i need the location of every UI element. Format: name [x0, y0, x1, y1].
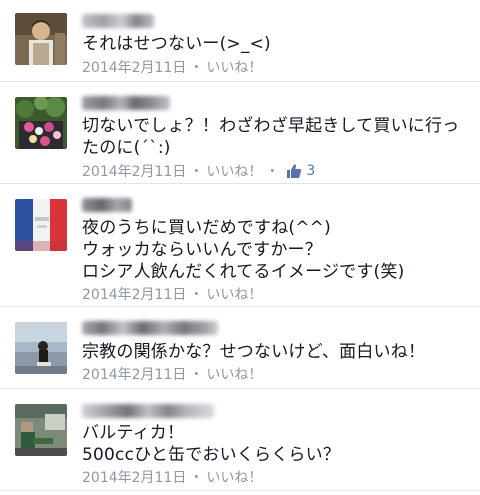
separator: ・ — [189, 164, 204, 180]
commenter-name-redacted[interactable] — [82, 198, 132, 212]
comment-date[interactable]: 2014年2月11日 — [82, 364, 186, 384]
comment-item: 夜のうちに買いだめですね(^^) ウォッカならいいんですかー？ ロシア人飲んだく… — [0, 184, 480, 307]
avatar[interactable] — [15, 404, 67, 456]
comment-meta: 2014年2月11日 ・ いいね！ ・ 3 — [82, 161, 315, 181]
commenter-name-redacted[interactable] — [82, 321, 218, 335]
comment-meta: 2014年2月11日 ・ いいね！ — [82, 284, 262, 304]
like-link[interactable]: いいね！ — [206, 57, 262, 77]
comment-text: バルティカ！ 500ccひと缶でおいくらくらい？ — [82, 423, 341, 465]
comment-date[interactable]: 2014年2月11日 — [82, 161, 186, 181]
like-link[interactable]: いいね！ — [206, 467, 262, 487]
avatar[interactable] — [15, 97, 67, 149]
comment-text: 宗教の関係かな？せつないけど、面白いね！ — [82, 342, 426, 362]
like-count[interactable]: 3 — [306, 163, 315, 179]
comment-item: 切ないでしょ？！わざわざ早起きして買いに行ったのに(´`:) 2014年2月11… — [0, 82, 480, 184]
separator: ・ — [189, 367, 204, 383]
comment-item: バルティカ！ 500ccひと缶でおいくらくらい？ 2014年2月11日 ・ いい… — [0, 389, 480, 491]
commenter-name-redacted[interactable] — [82, 14, 154, 28]
comment-text: 切ないでしょ？！わざわざ早起きして買いに行ったのに(´`:) — [82, 116, 460, 158]
comment-date[interactable]: 2014年2月11日 — [82, 284, 186, 304]
avatar[interactable] — [15, 13, 67, 65]
avatar[interactable] — [15, 322, 67, 374]
comment-date[interactable]: 2014年2月11日 — [82, 467, 186, 487]
separator: ・ — [265, 164, 280, 180]
comment-meta: 2014年2月11日 ・ いいね！ — [82, 467, 262, 487]
comment-text: 夜のうちに買いだめですね(^^) ウォッカならいいんですかー？ ロシア人飲んだく… — [82, 218, 405, 282]
comment-date[interactable]: 2014年2月11日 — [82, 57, 186, 77]
thumbs-up-icon[interactable] — [286, 163, 302, 179]
avatar[interactable] — [15, 199, 67, 251]
comment-meta: 2014年2月11日 ・ いいね！ — [82, 57, 262, 77]
comment-item: それはせつないー(>_<) 2014年2月11日 ・ いいね！ — [0, 0, 480, 82]
separator: ・ — [189, 60, 204, 76]
comment-text: それはせつないー(>_<) — [82, 34, 271, 54]
comment-item: 宗教の関係かな？せつないけど、面白いね！ 2014年2月11日 ・ いいね！ — [0, 307, 480, 389]
commenter-name-redacted[interactable] — [82, 404, 214, 418]
separator: ・ — [189, 287, 204, 303]
commenter-name-redacted[interactable] — [82, 96, 170, 110]
like-link[interactable]: いいね！ — [206, 161, 262, 181]
like-link[interactable]: いいね！ — [206, 284, 262, 304]
like-link[interactable]: いいね！ — [206, 364, 262, 384]
separator: ・ — [189, 470, 204, 486]
comment-meta: 2014年2月11日 ・ いいね！ — [82, 364, 262, 384]
